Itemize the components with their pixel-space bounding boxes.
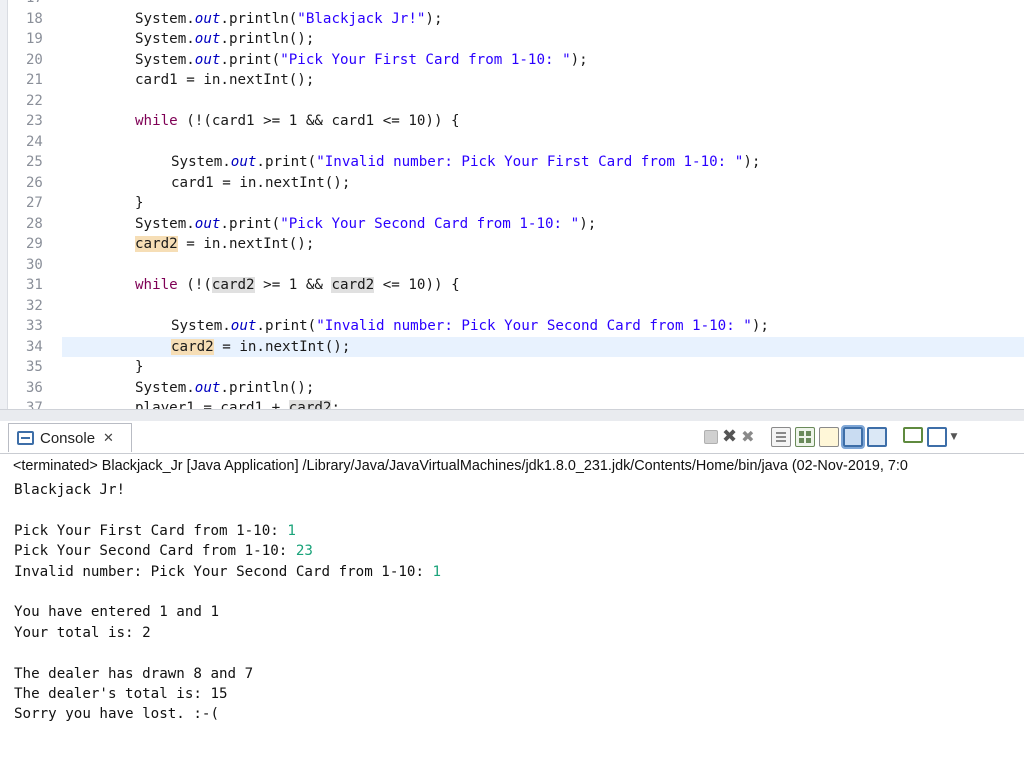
line-number: 28 [26,215,43,232]
line-number: 18 [26,10,43,27]
scroll-lock-icon[interactable] [794,427,815,447]
code-line[interactable]: card2 = in.nextInt(); [135,234,314,254]
console-output-line: The dealer has drawn 8 and 7 [14,664,253,684]
console-output-text: You have entered 1 and 1 [14,604,219,621]
console-output-text: Invalid number: Pick Your Second Card fr… [14,563,433,580]
line-number: 26 [26,174,43,191]
code-line[interactable]: player1 = card1 + card2; [135,398,340,409]
console-output-text: Blackjack Jr! [14,482,126,498]
console-empty-area [0,740,1024,779]
console-icon [17,431,34,445]
console-view-header: Console ✕ ✖ ✖ ▼ [0,421,1024,454]
console-output-line: Pick Your First Card from 1-10: 1 [14,521,296,541]
show-on-stdout-icon[interactable] [840,425,865,449]
line-number: 30 [26,256,43,273]
overview-ruler [0,0,8,409]
console-output-line: Blackjack Jr! [14,480,125,500]
code-line[interactable]: System.out.println(); [135,378,314,398]
console-toolbar: ✖ ✖ ▼ [704,425,957,449]
line-number: 24 [26,133,43,150]
console-output-text: The dealer has drawn 8 and 7 [14,665,254,682]
display-console-icon[interactable] [926,427,947,447]
line-number: 33 [26,318,43,334]
line-number: 21 [26,72,43,88]
line-number: 23 [26,113,43,129]
code-line[interactable]: while (!(card1 >= 1 && card1 <= 10)) { [135,111,460,131]
code-line[interactable]: System.out.print("Invalid number: Pick Y… [171,316,769,336]
line-number: 27 [26,195,43,211]
console-output-text: The dealer's total is: 15 [14,686,228,702]
console-output-text: Sorry you have lost. :-( [14,706,219,723]
console-tab-label: Console [40,429,96,447]
remove-all-terminated-icon[interactable]: ✖ [741,427,754,447]
code-line[interactable]: System.out.println(); [135,29,314,49]
code-line-current[interactable]: card2 = in.nextInt(); [171,337,350,357]
code-line[interactable]: while (!(card2 >= 1 && card2 <= 10)) { [135,275,460,295]
remove-launch-icon[interactable]: ✖ [722,427,737,447]
console-tab[interactable]: Console ✕ [8,423,132,452]
line-number: 36 [26,379,43,396]
console-output-line: Pick Your Second Card from 1-10: 23 [14,541,313,561]
console-user-input: 1 [287,522,296,539]
console-output[interactable]: <terminated> Blackjack_Jr [Java Applicat… [0,454,1024,779]
code-editor[interactable]: 17 18 System.out.println("Blackjack Jr!"… [0,0,1024,409]
console-user-input: 1 [432,563,442,580]
chevron-down-icon[interactable]: ▼ [951,432,958,442]
console-output-line: Invalid number: Pick Your Second Card fr… [14,562,441,582]
line-number: 20 [26,51,43,68]
console-output-line: Your total is: 2 [14,623,151,643]
code-line[interactable]: System.out.print("Pick Your First Card f… [135,50,588,70]
code-line[interactable]: } [135,193,144,213]
process-description: <terminated> Blackjack_Jr [Java Applicat… [13,458,908,474]
console-output-line: You have entered 1 and 1 [14,602,219,622]
line-number: 37 [26,400,43,409]
clear-console-icon[interactable] [770,427,791,447]
code-line[interactable]: } [135,357,144,377]
show-on-stderr-icon[interactable] [866,427,887,447]
line-number: 35 [26,359,43,375]
line-number: 29 [26,236,43,252]
console-output-line: The dealer's total is: 15 [14,684,228,704]
line-number: 32 [26,297,43,314]
line-number: 17 [26,0,56,8]
line-number: 25 [26,154,43,170]
close-icon[interactable]: ✕ [103,431,114,446]
line-number: 22 [26,92,43,109]
terminate-icon[interactable] [704,430,718,444]
console-output-text: Pick Your Second Card from 1-10: [14,543,296,560]
console-user-input: 23 [295,543,313,560]
code-line[interactable]: System.out.print("Pick Your Second Card … [135,214,596,234]
line-number: 19 [26,31,43,47]
console-output-line: Sorry you have lost. :-( [14,704,219,724]
code-line[interactable]: card1 = in.nextInt(); [171,173,350,193]
console-output-text: Your total is: 2 [14,624,151,641]
pin-console-icon[interactable] [903,427,923,447]
console-output-text: Pick Your First Card from 1-10: [14,522,288,539]
code-line[interactable]: System.out.print("Invalid number: Pick Y… [171,152,760,172]
word-wrap-icon[interactable] [818,427,839,447]
code-line[interactable]: card1 = in.nextInt(); [135,70,314,90]
line-number: 31 [26,277,43,293]
code-line[interactable]: System.out.println("Blackjack Jr!"); [135,9,443,29]
line-number: 34 [26,338,43,355]
annotation-gutter [8,0,26,409]
